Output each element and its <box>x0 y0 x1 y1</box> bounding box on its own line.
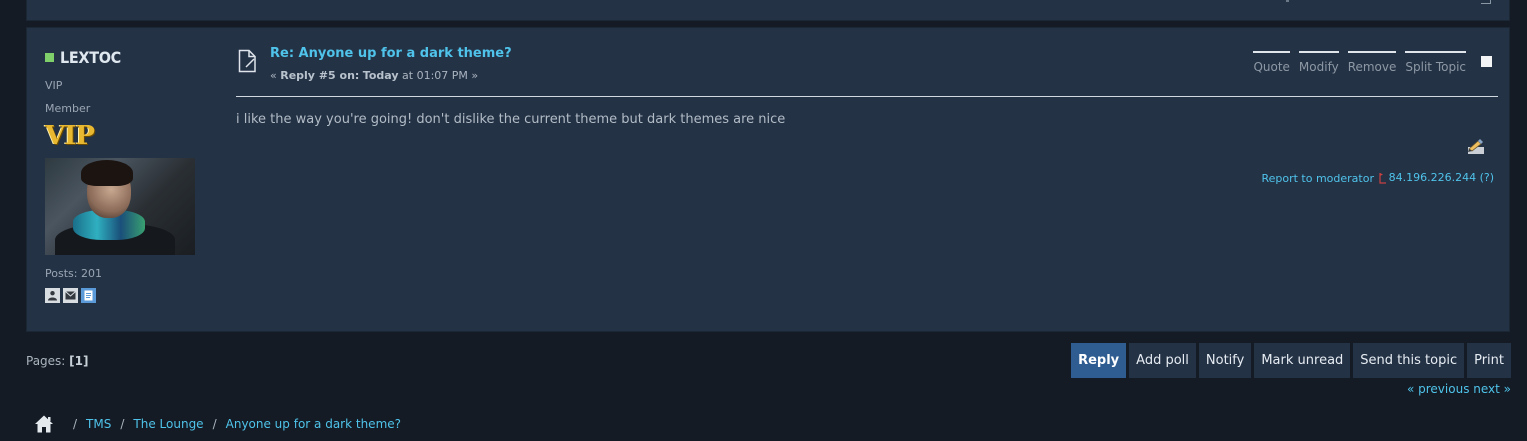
avatar <box>45 158 195 255</box>
breadcrumb-tms[interactable]: TMS <box>86 417 111 431</box>
reply-day: Today <box>362 69 399 82</box>
breadcrumb-the-lounge[interactable]: The Lounge <box>133 417 203 431</box>
previous-post-detail <box>1286 0 1289 2</box>
ip-address-link[interactable]: 84.196.226.244 (?) <box>1389 171 1494 184</box>
post-subject-link[interactable]: Re: Anyone up for a dark theme? <box>270 46 512 61</box>
previous-post-corner <box>1481 0 1491 4</box>
post-document-icon <box>238 49 256 73</box>
edit-pencil-icon[interactable] <box>1466 138 1486 156</box>
post-timestamp: « Reply #5 on: Today at 01:07 PM » <box>270 69 479 82</box>
previous-post-edge <box>26 0 1510 21</box>
personal-message-icon[interactable] <box>81 288 96 303</box>
pages-indicator: Pages: [1] <box>26 354 89 368</box>
breadcrumb: / TMS / The Lounge / Anyone up for a dar… <box>34 414 401 434</box>
poster-post-count: Posts: 201 <box>45 267 102 280</box>
notify-button[interactable]: Notify <box>1198 343 1252 378</box>
mark-unread-button[interactable]: Mark unread <box>1254 343 1351 378</box>
split-topic-button[interactable]: Split Topic <box>1405 51 1466 74</box>
profile-icon[interactable] <box>45 288 60 303</box>
poster-group: VIP <box>45 79 63 92</box>
poster-info: LEXTOC VIP Member VIP Posts: 201 <box>45 48 205 303</box>
report-to-moderator-link[interactable]: Report to moderator <box>1261 172 1374 185</box>
home-icon[interactable] <box>34 414 54 434</box>
email-icon[interactable] <box>63 288 78 303</box>
poster-profile-icons <box>45 288 205 303</box>
poster-name[interactable]: LEXTOC <box>60 48 121 67</box>
print-button[interactable]: Print <box>1467 343 1511 378</box>
quick-buttons: Quote Modify Remove Split Topic <box>1253 51 1466 74</box>
modify-button[interactable]: Modify <box>1298 51 1339 74</box>
current-page[interactable]: [1] <box>69 354 88 368</box>
breadcrumb-topic[interactable]: Anyone up for a dark theme? <box>226 417 401 431</box>
previous-next-links[interactable]: « previous next » <box>1407 382 1511 396</box>
breadcrumb-separator: / <box>73 417 78 431</box>
send-topic-button[interactable]: Send this topic <box>1353 343 1465 378</box>
breadcrumb-separator: / <box>120 417 125 431</box>
reply-number[interactable]: Reply #5 on: <box>280 69 359 82</box>
ip-flag-icon <box>1378 172 1386 184</box>
ip-address: 84.196.226.244 (?) <box>1378 171 1494 184</box>
post-header-divider <box>236 96 1498 97</box>
select-post-checkbox[interactable] <box>1481 56 1492 67</box>
quote-button[interactable]: Quote <box>1253 51 1290 74</box>
forum-post: LEXTOC VIP Member VIP Posts: 201 Re: Any… <box>26 27 1510 332</box>
topic-buttons: Reply Add poll Notify Mark unread Send t… <box>1071 343 1511 378</box>
add-poll-button[interactable]: Add poll <box>1129 343 1196 378</box>
poster-name-row: LEXTOC <box>45 48 205 67</box>
poster-rank: Member <box>45 102 91 115</box>
remove-button[interactable]: Remove <box>1347 51 1397 74</box>
vip-badge: VIP <box>45 121 95 151</box>
breadcrumb-separator: / <box>212 417 217 431</box>
reply-time: at 01:07 PM » <box>398 69 479 82</box>
post-body: i like the way you're going! don't disli… <box>236 112 786 127</box>
reply-button[interactable]: Reply <box>1071 343 1127 378</box>
online-status-icon <box>45 53 54 62</box>
